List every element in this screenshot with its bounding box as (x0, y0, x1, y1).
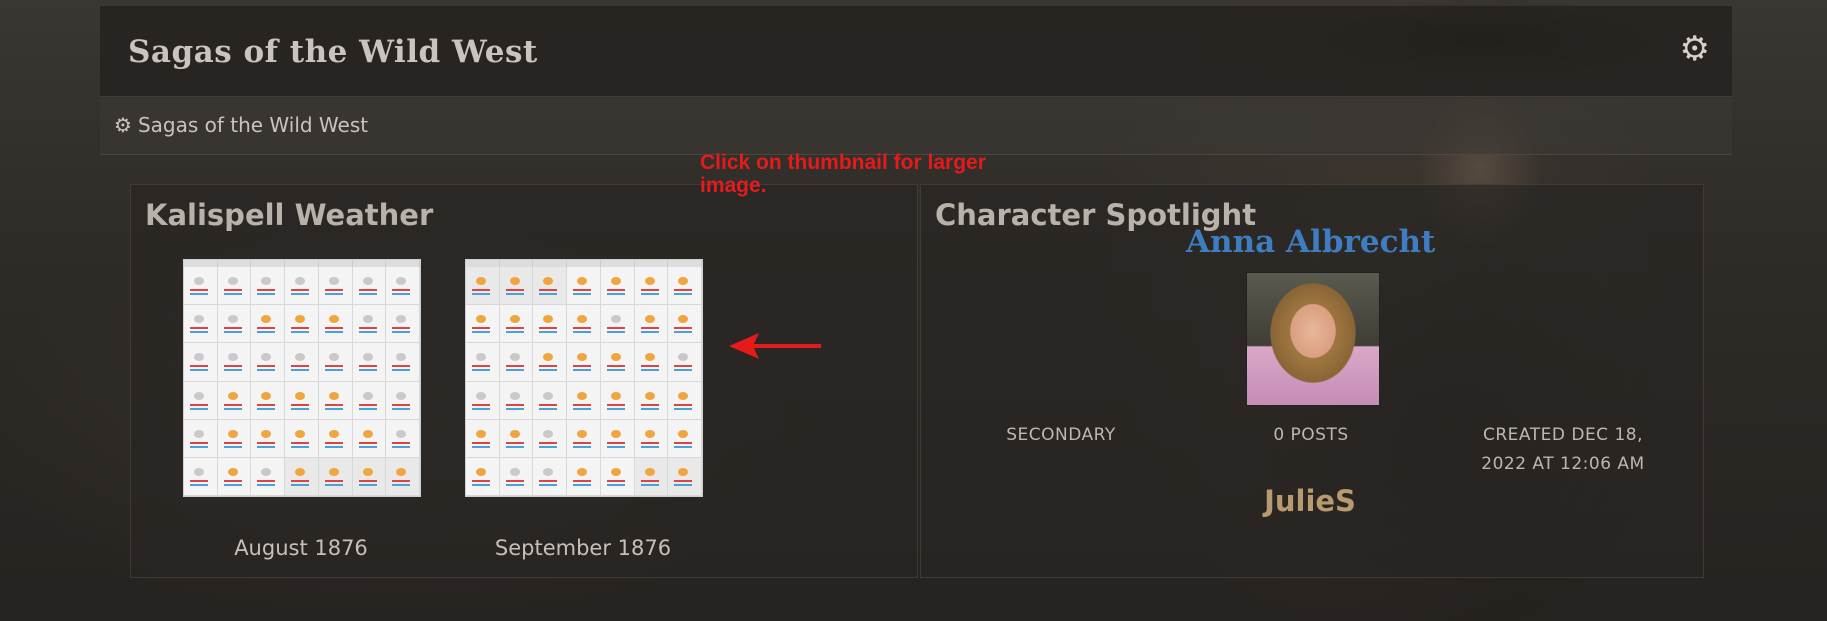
thumbnail-hint: Click on thumbnail for larger image. (700, 151, 986, 197)
thumbnail-caption-september: September 1876 (494, 536, 672, 560)
character-created-date: CREATED DEC 18, 2022 AT 12:06 AM (1481, 425, 1645, 474)
weather-thumbnail-september[interactable] (465, 259, 703, 497)
character-name[interactable]: Anna Albrecht (1186, 224, 1435, 260)
character-avatar[interactable] (1246, 272, 1380, 406)
panel-title-weather: Kalispell Weather (145, 198, 434, 232)
breadcrumb[interactable]: ⚙ Sagas of the Wild West (114, 113, 368, 137)
breadcrumb-label[interactable]: Sagas of the Wild West (138, 113, 368, 137)
breadcrumb-bar: ⚙ Sagas of the Wild West (100, 98, 1732, 155)
player-name[interactable]: JulieS (1230, 484, 1390, 518)
thumbnail-caption-august: August 1876 (234, 536, 368, 560)
weather-panel: Kalispell Weather August 1876 September … (130, 184, 918, 578)
weather-thumbnail-august[interactable] (183, 259, 421, 497)
character-role: SECONDARY (1006, 425, 1116, 445)
character-post-count: 0 POSTS (1273, 425, 1349, 445)
gear-icon: ⚙ (114, 113, 132, 137)
site-header: Sagas of the Wild West ⚙ (100, 6, 1732, 97)
arrow-left-icon (729, 333, 821, 359)
gear-icon[interactable]: ⚙ (1680, 32, 1710, 66)
site-title[interactable]: Sagas of the Wild West (128, 34, 538, 70)
